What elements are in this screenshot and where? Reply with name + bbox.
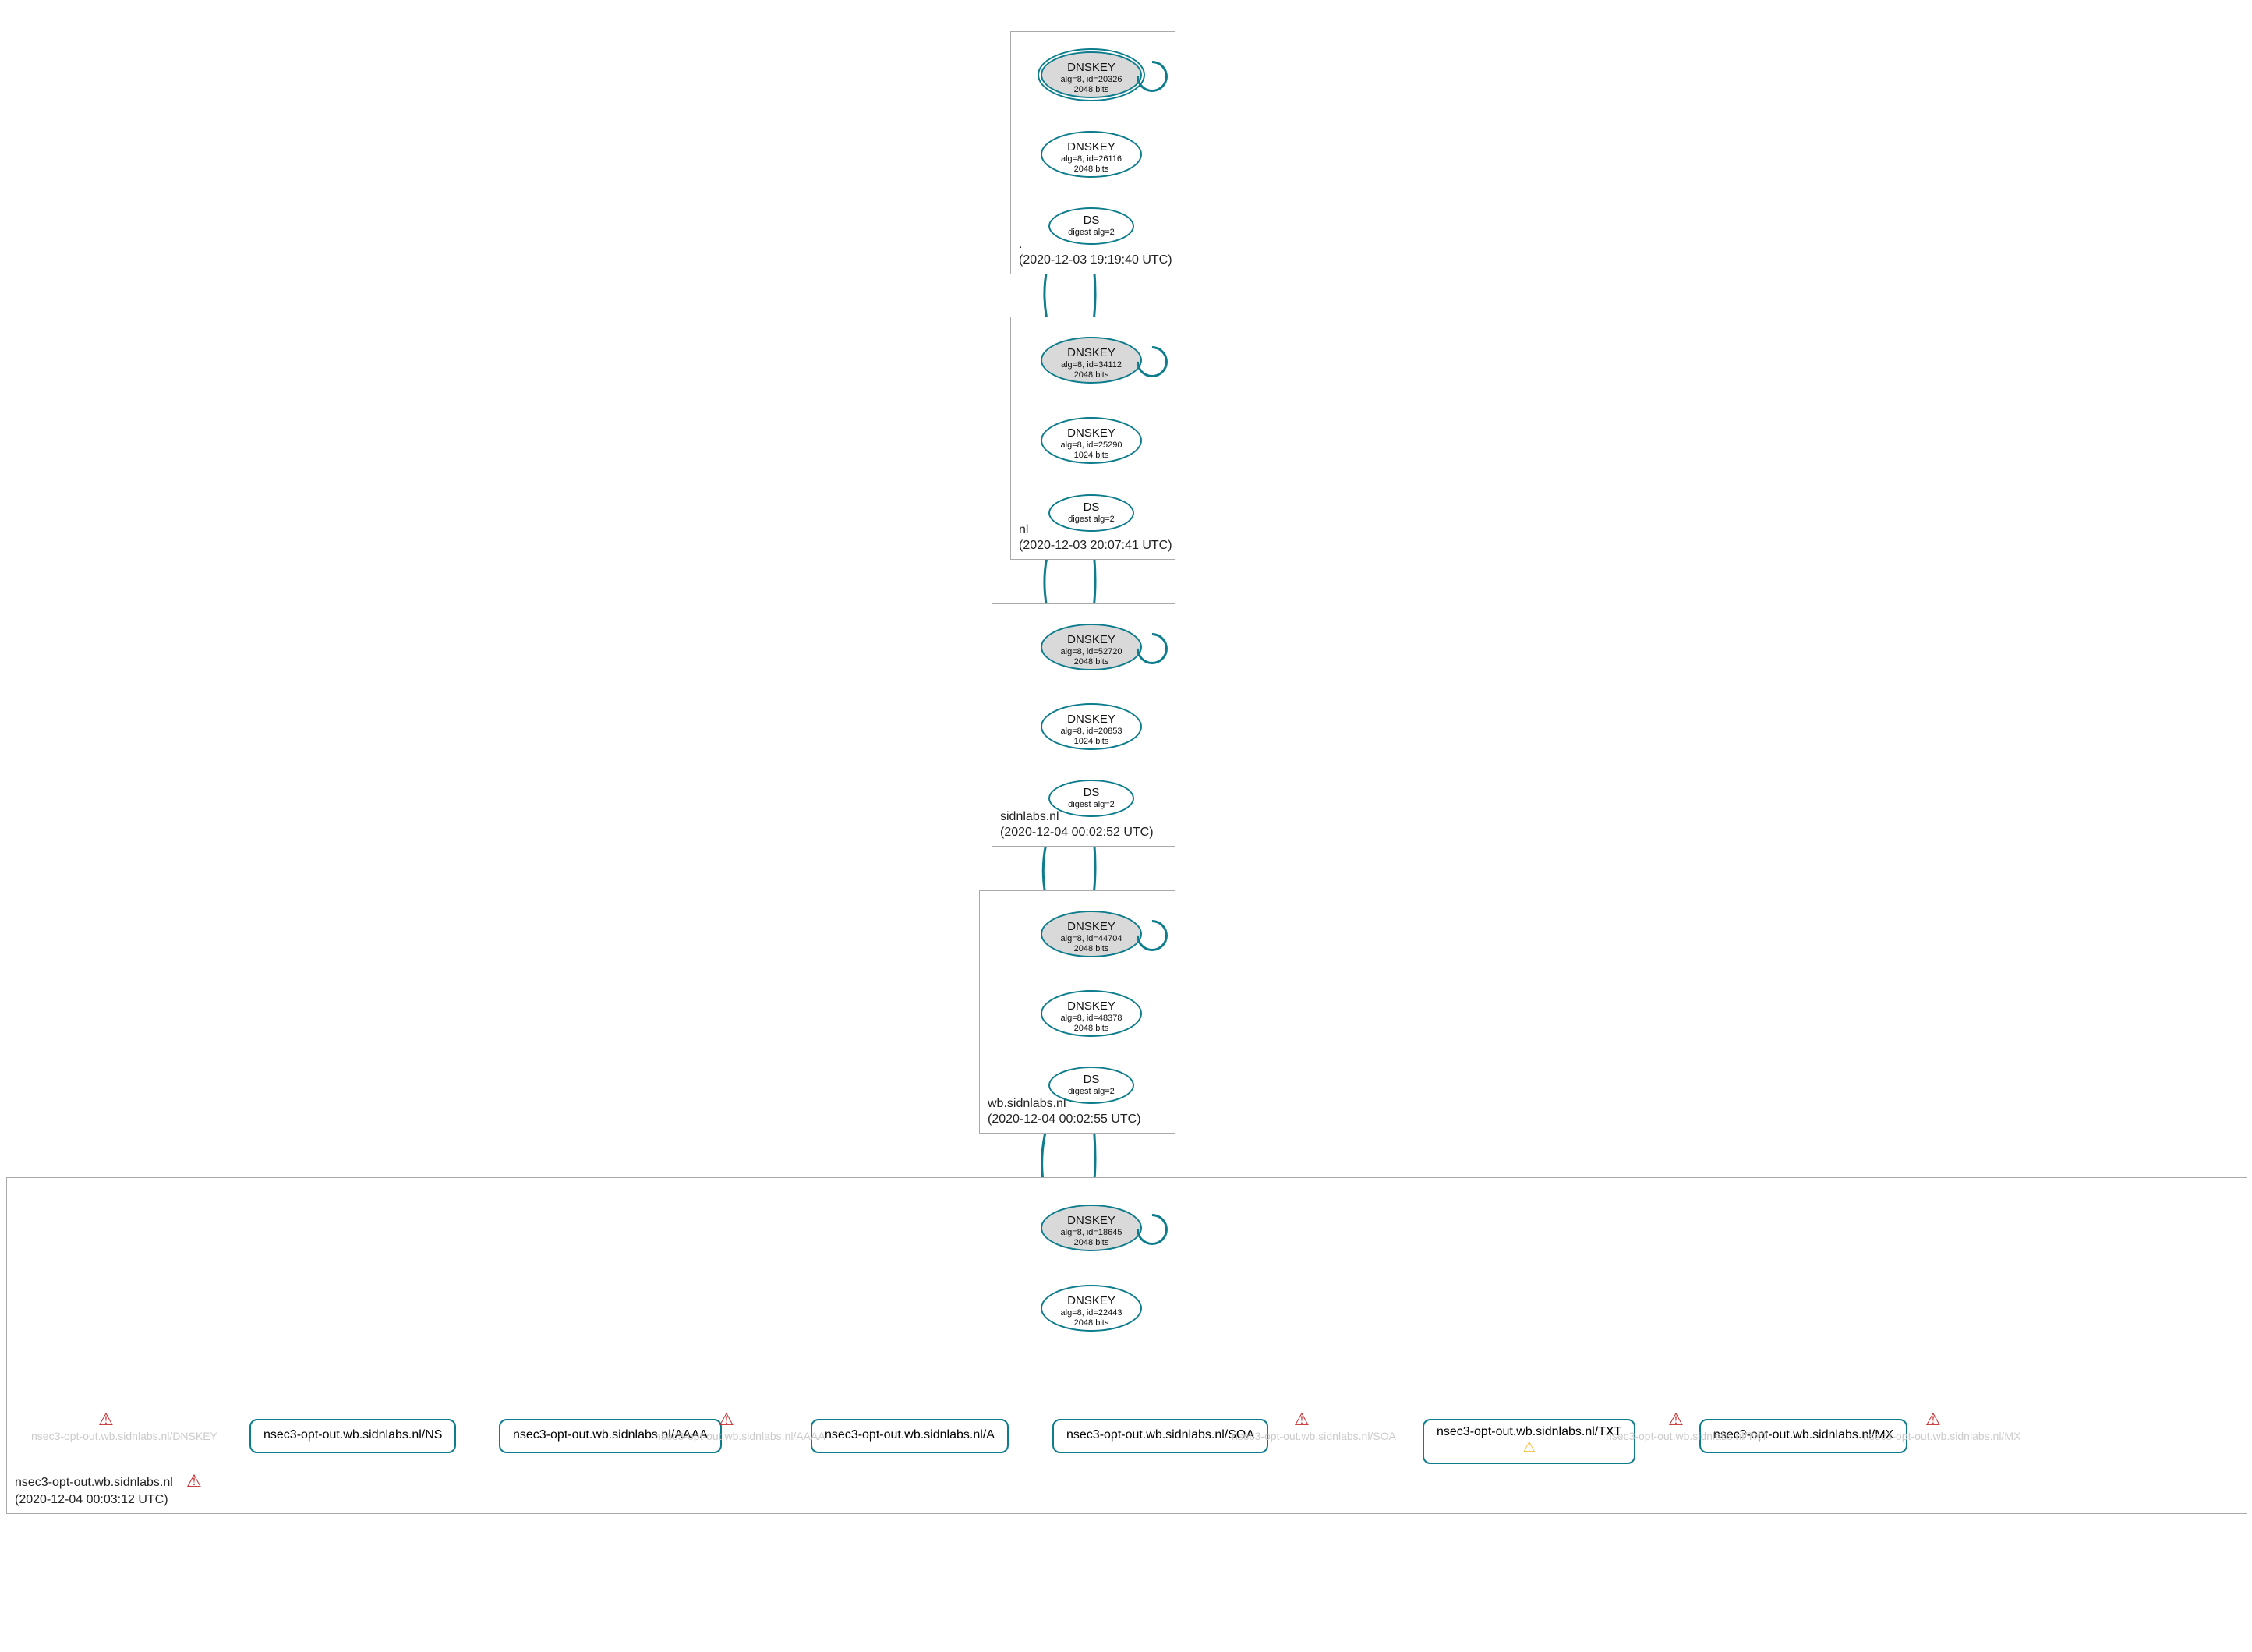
ds-wb: DS digest alg=2 [1048, 780, 1134, 817]
zone-timestamp: (2020-12-03 20:07:41 UTC) [1019, 539, 1172, 553]
alert-icon: ⚠ [98, 1410, 114, 1430]
zone-timestamp: (2020-12-04 00:02:55 UTC) [988, 1113, 1141, 1127]
dnskey-wb-zsk: DNSKEY alg=8, id=48378 2048 bits [1041, 990, 1142, 1037]
rrset-ns: nsec3-opt-out.wb.sidnlabs.nl/NS [249, 1419, 456, 1453]
alert-icon: ⚠ [1668, 1410, 1684, 1430]
ghost-aaaa: nsec3-opt-out.wb.sidnlabs.nl/AAAA [655, 1430, 825, 1442]
ghost-dnskey: nsec3-opt-out.wb.sidnlabs.nl/DNSKEY [31, 1430, 217, 1442]
dnskey-sidnlabs-ksk: DNSKEY alg=8, id=52720 2048 bits [1041, 624, 1142, 670]
warning-icon: ⚠ [1523, 1439, 1536, 1455]
rrset-a: nsec3-opt-out.wb.sidnlabs.nl/A [811, 1419, 1009, 1453]
ghost-txt: nsec3-opt-out.wb.sidnlabs.nl/TXT [1606, 1430, 1768, 1442]
dnskey-root-ksk: DNSKEY alg=8, id=20326 2048 bits [1041, 51, 1142, 98]
ghost-soa: nsec3-opt-out.wb.sidnlabs.nl/SOA [1232, 1430, 1396, 1442]
dnssec-diagram: . (2020-12-03 19:19:40 UTC) DNSKEY alg=8… [0, 0, 2252, 1652]
dnskey-sidnlabs-zsk: DNSKEY alg=8, id=20853 1024 bits [1041, 703, 1142, 750]
dnskey-nl-ksk: DNSKEY alg=8, id=34112 2048 bits [1041, 337, 1142, 384]
rrset-txt: nsec3-opt-out.wb.sidnlabs.nl/TXT ⚠ [1423, 1419, 1635, 1464]
zone-name: nsec3-opt-out.wb.sidnlabs.nl [15, 1476, 173, 1490]
zone-timestamp: (2020-12-04 00:03:12 UTC) [15, 1493, 168, 1507]
ds-nl: DS digest alg=2 [1048, 207, 1134, 245]
alert-icon: ⚠ [719, 1410, 734, 1430]
alert-icon: ⚠ [1925, 1410, 1941, 1430]
ds-sidnlabs: DS digest alg=2 [1048, 494, 1134, 532]
dnskey-wb-ksk: DNSKEY alg=8, id=44704 2048 bits [1041, 911, 1142, 957]
dnskey-leaf-zsk: DNSKEY alg=8, id=22443 2048 bits [1041, 1285, 1142, 1332]
dnskey-leaf-ksk: DNSKEY alg=8, id=18645 2048 bits [1041, 1205, 1142, 1251]
zone-name: sidnlabs.nl [1000, 810, 1059, 824]
ds-leaf: DS digest alg=2 [1048, 1067, 1134, 1104]
zone-name: wb.sidnlabs.nl [988, 1097, 1066, 1111]
zone-name: nl [1019, 523, 1028, 537]
ghost-mx: nsec3-opt-out.wb.sidnlabs.nl/MX [1863, 1430, 2020, 1442]
alert-icon: ⚠ [186, 1471, 202, 1491]
dnskey-root-zsk: DNSKEY alg=8, id=26116 2048 bits [1041, 131, 1142, 178]
zone-timestamp: (2020-12-03 19:19:40 UTC) [1019, 253, 1172, 267]
zone-timestamp: (2020-12-04 00:02:52 UTC) [1000, 826, 1154, 840]
dnskey-nl-zsk: DNSKEY alg=8, id=25290 1024 bits [1041, 417, 1142, 464]
alert-icon: ⚠ [1294, 1410, 1310, 1430]
zone-name: . [1019, 238, 1022, 252]
